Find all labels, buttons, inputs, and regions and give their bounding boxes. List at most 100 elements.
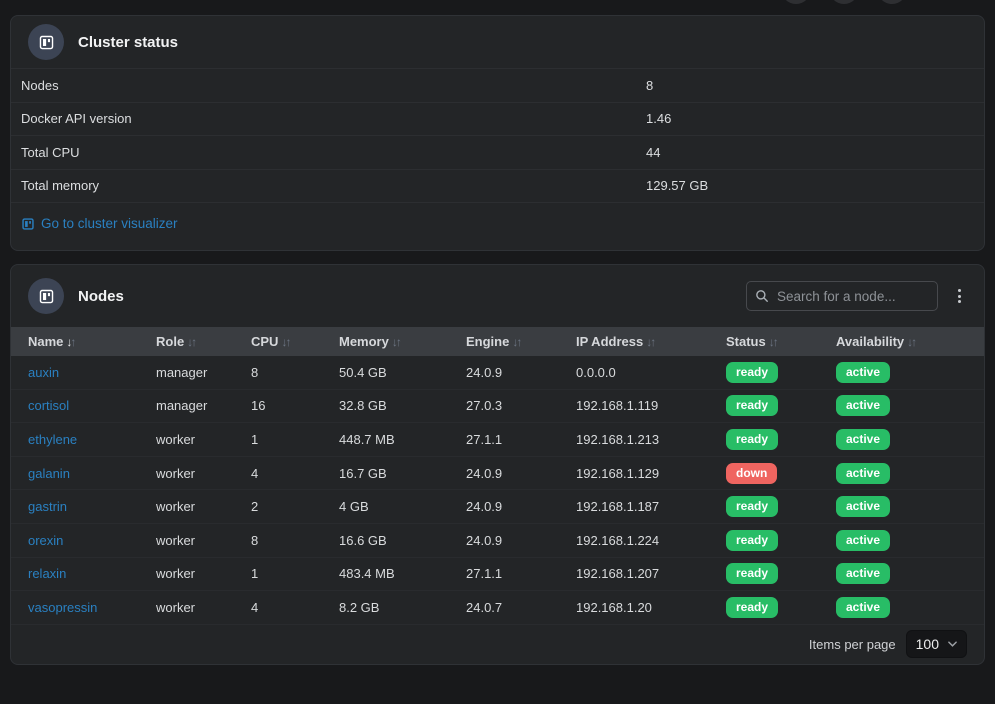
table-row: galanin worker 4 16.7 GB 24.0.9 192.168.… bbox=[11, 457, 984, 491]
column-label: Engine bbox=[466, 334, 509, 349]
node-engine-cell: 27.1.1 bbox=[466, 566, 576, 581]
availability-badge: active bbox=[836, 530, 890, 551]
node-name-link[interactable]: orexin bbox=[28, 533, 63, 548]
column-header[interactable]: Role ↓↑ bbox=[156, 334, 251, 349]
node-name-link[interactable]: cortisol bbox=[28, 398, 69, 413]
node-name-link[interactable]: relaxin bbox=[28, 566, 66, 581]
node-name-cell: galanin bbox=[28, 466, 156, 481]
node-status-cell: ready bbox=[726, 496, 836, 517]
cluster-status-header: Cluster status bbox=[11, 16, 984, 69]
node-role-cell: worker bbox=[156, 432, 251, 447]
cluster-visualizer-link[interactable]: Go to cluster visualizer bbox=[21, 216, 178, 231]
topbar-button[interactable] bbox=[877, 0, 907, 4]
node-ip-cell: 192.168.1.187 bbox=[576, 499, 726, 514]
cluster-status-label: Nodes bbox=[21, 78, 646, 93]
nodes-title: Nodes bbox=[78, 288, 124, 305]
node-memory-cell: 16.6 GB bbox=[339, 533, 466, 548]
node-status-cell: ready bbox=[726, 429, 836, 450]
column-header[interactable]: CPU ↓↑ bbox=[251, 334, 339, 349]
status-badge: down bbox=[726, 463, 777, 484]
node-ip-cell: 0.0.0.0 bbox=[576, 365, 726, 380]
cluster-status-value: 44 bbox=[646, 145, 974, 160]
node-name-link[interactable]: auxin bbox=[28, 365, 59, 380]
node-name-link[interactable]: galanin bbox=[28, 466, 70, 481]
status-badge: ready bbox=[726, 362, 778, 383]
node-status-cell: ready bbox=[726, 597, 836, 618]
column-label: IP Address bbox=[576, 334, 643, 349]
column-header[interactable]: Name ↓↑ bbox=[28, 334, 156, 349]
node-status-cell: ready bbox=[726, 395, 836, 416]
search-input[interactable] bbox=[746, 281, 938, 311]
status-badge: ready bbox=[726, 563, 778, 584]
table-row: gastrin worker 2 4 GB 24.0.9 192.168.1.1… bbox=[11, 490, 984, 524]
sort-arrows-icon: ↓↑ bbox=[187, 335, 195, 349]
node-ip-cell: 192.168.1.20 bbox=[576, 600, 726, 615]
chevron-down-icon bbox=[948, 641, 957, 647]
cluster-status-value: 1.46 bbox=[646, 111, 974, 126]
node-name-link[interactable]: gastrin bbox=[28, 499, 67, 514]
cluster-status-label: Total CPU bbox=[21, 145, 646, 160]
column-header[interactable]: Memory ↓↑ bbox=[339, 334, 466, 349]
node-availability-cell: active bbox=[836, 563, 967, 584]
node-engine-cell: 24.0.9 bbox=[466, 365, 576, 380]
kebab-menu-icon[interactable] bbox=[952, 285, 967, 307]
node-availability-cell: active bbox=[836, 362, 967, 383]
column-header[interactable]: Engine ↓↑ bbox=[466, 334, 576, 349]
page-title: Cluster status bbox=[78, 34, 178, 51]
availability-badge: active bbox=[836, 395, 890, 416]
node-cpu-cell: 4 bbox=[251, 600, 339, 615]
column-label: Role bbox=[156, 334, 184, 349]
node-name-cell: orexin bbox=[28, 533, 156, 548]
column-header[interactable]: Status ↓↑ bbox=[726, 334, 836, 349]
column-header[interactable]: IP Address ↓↑ bbox=[576, 334, 726, 349]
availability-badge: active bbox=[836, 597, 890, 618]
node-name-link[interactable]: ethylene bbox=[28, 432, 77, 447]
node-role-cell: worker bbox=[156, 566, 251, 581]
availability-badge: active bbox=[836, 463, 890, 484]
column-header[interactable]: Availability ↓↑ bbox=[836, 334, 967, 349]
node-cpu-cell: 1 bbox=[251, 432, 339, 447]
status-badge: ready bbox=[726, 496, 778, 517]
status-badge: ready bbox=[726, 429, 778, 450]
topbar-button[interactable] bbox=[781, 0, 811, 4]
table-row: ethylene worker 1 448.7 MB 27.1.1 192.16… bbox=[11, 423, 984, 457]
node-memory-cell: 448.7 MB bbox=[339, 432, 466, 447]
cluster-status-table: Nodes 8 Docker API version 1.46 Total CP… bbox=[11, 69, 984, 203]
node-memory-cell: 8.2 GB bbox=[339, 600, 466, 615]
node-status-cell: down bbox=[726, 463, 836, 484]
node-memory-cell: 50.4 GB bbox=[339, 365, 466, 380]
sort-arrows-icon: ↓↑ bbox=[907, 335, 915, 349]
node-availability-cell: active bbox=[836, 429, 967, 450]
node-ip-cell: 192.168.1.119 bbox=[576, 398, 726, 413]
cluster-visualizer-icon bbox=[21, 217, 35, 231]
cluster-status-row: Docker API version 1.46 bbox=[11, 103, 984, 137]
cluster-visualizer-row: Go to cluster visualizer bbox=[11, 203, 984, 250]
cluster-visualizer-label: Go to cluster visualizer bbox=[41, 216, 178, 231]
nodes-table-body: auxin manager 8 50.4 GB 24.0.9 0.0.0.0 r… bbox=[11, 356, 984, 625]
node-status-cell: ready bbox=[726, 362, 836, 383]
status-badge: ready bbox=[726, 530, 778, 551]
sort-arrows-icon: ↓↑ bbox=[769, 335, 777, 349]
node-name-link[interactable]: vasopressin bbox=[28, 600, 97, 615]
node-memory-cell: 483.4 MB bbox=[339, 566, 466, 581]
nodes-icon bbox=[38, 288, 55, 305]
node-ip-cell: 192.168.1.207 bbox=[576, 566, 726, 581]
column-label: Availability bbox=[836, 334, 904, 349]
cluster-status-row: Total memory 129.57 GB bbox=[11, 170, 984, 204]
availability-badge: active bbox=[836, 429, 890, 450]
column-label: Memory bbox=[339, 334, 389, 349]
node-name-cell: cortisol bbox=[28, 398, 156, 413]
nodes-table-header: Name ↓↑ Role ↓↑ CPU ↓↑ Memory ↓↑ Engine … bbox=[11, 327, 984, 356]
node-status-cell: ready bbox=[726, 563, 836, 584]
node-name-cell: relaxin bbox=[28, 566, 156, 581]
node-name-cell: vasopressin bbox=[28, 600, 156, 615]
cluster-status-row: Total CPU 44 bbox=[11, 136, 984, 170]
cluster-status-widget: Cluster status Nodes 8 Docker API versio… bbox=[10, 15, 985, 251]
status-badge: ready bbox=[726, 597, 778, 618]
table-row: vasopressin worker 4 8.2 GB 24.0.7 192.1… bbox=[11, 591, 984, 625]
nodes-widget: Nodes Name ↓↑ Role ↓↑ CPU ↓↑ Memory ↓↑ bbox=[10, 264, 985, 665]
node-role-cell: worker bbox=[156, 533, 251, 548]
items-per-page-select[interactable]: 100 bbox=[906, 630, 967, 658]
node-role-cell: manager bbox=[156, 398, 251, 413]
topbar-button[interactable] bbox=[829, 0, 859, 4]
